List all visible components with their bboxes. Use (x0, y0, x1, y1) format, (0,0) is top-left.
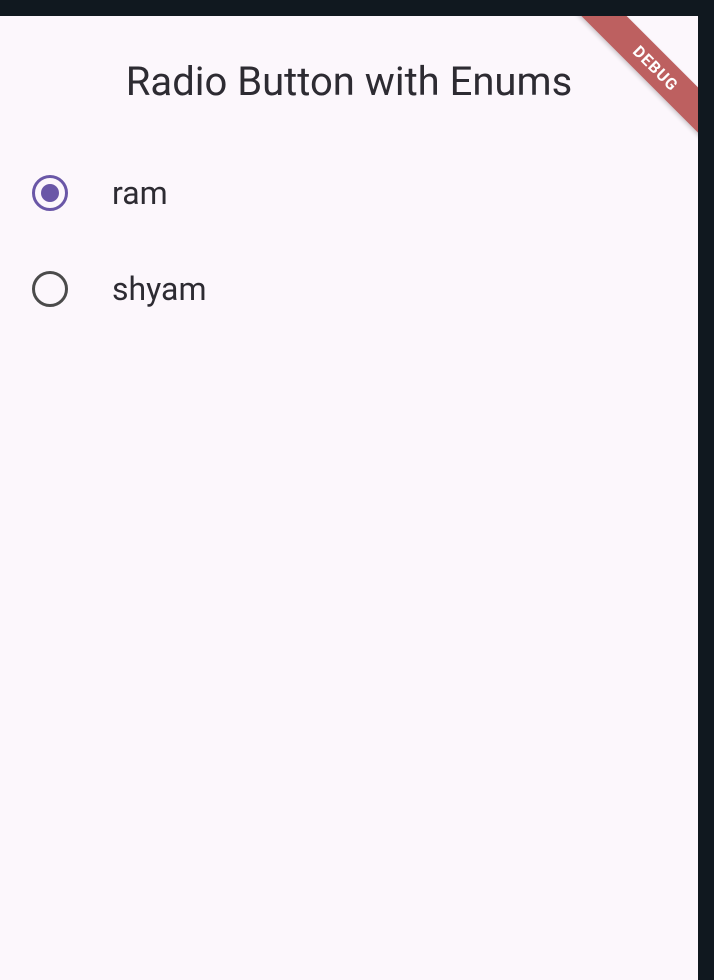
radio-label: shyam (112, 270, 207, 308)
content-area: Radio Button with Enums ram shyam DEBUG (0, 16, 698, 980)
radio-option-ram[interactable]: ram (32, 145, 666, 241)
radio-label: ram (112, 174, 168, 212)
radio-group: ram shyam (0, 145, 698, 337)
page-title: Radio Button with Enums (0, 16, 698, 145)
radio-icon (32, 271, 68, 307)
radio-option-shyam[interactable]: shyam (32, 241, 666, 337)
radio-icon (32, 175, 68, 211)
